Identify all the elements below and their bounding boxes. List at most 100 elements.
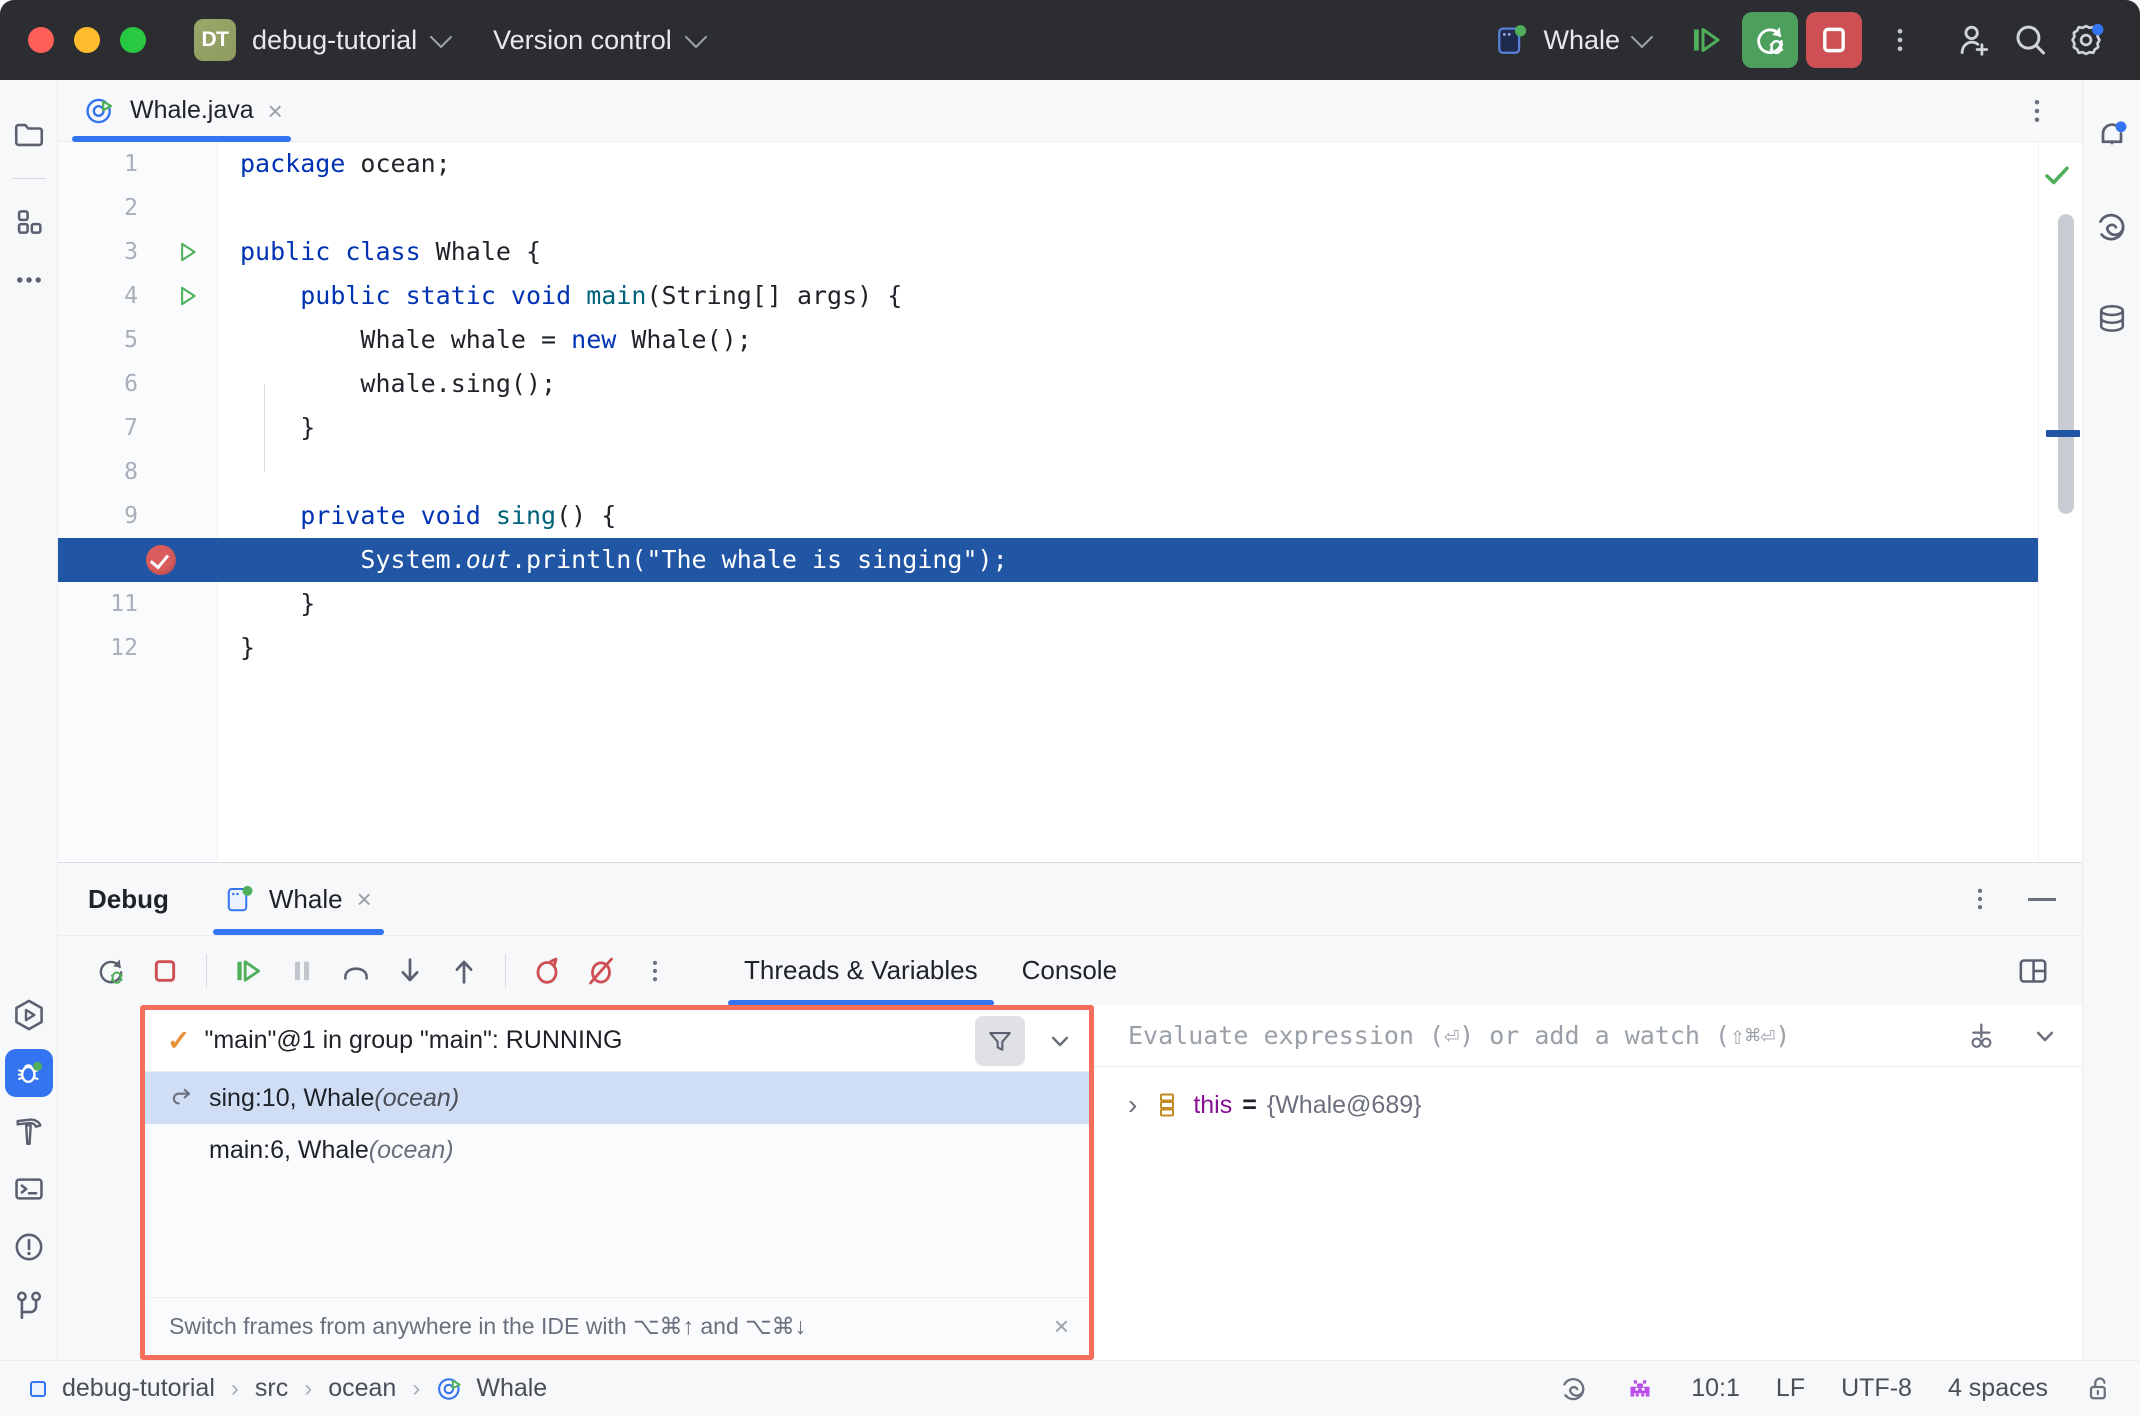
file-encoding[interactable]: UTF-8 — [1841, 1374, 1912, 1403]
inspections-ok-icon[interactable] — [2042, 160, 2072, 190]
sidebar-item-more-tool-windows[interactable] — [0, 251, 58, 309]
unlocked-icon[interactable] — [2084, 1374, 2114, 1404]
project-name: debug-tutorial — [252, 25, 417, 56]
more-options-icon[interactable] — [1966, 885, 1994, 913]
variables-actions — [1966, 1020, 2060, 1052]
code-lines[interactable]: 1package ocean;23public class Whale {4 p… — [58, 142, 2082, 862]
sidebar-item-commit[interactable] — [0, 193, 58, 251]
close-hint-icon[interactable]: × — [1054, 1311, 1069, 1342]
more-options-button[interactable] — [628, 944, 682, 998]
stack-frames-list[interactable]: sing:10, Whale (ocean)main:6, Whale (oce… — [145, 1072, 1089, 1297]
stack-frame-row[interactable]: main:6, Whale (ocean) — [145, 1124, 1089, 1176]
project-selector[interactable]: debug-tutorial — [252, 25, 449, 56]
debug-tool-window-selected[interactable] — [5, 1049, 53, 1097]
expand-variable-icon[interactable]: › — [1128, 1089, 1137, 1121]
code-editor[interactable]: 1package ocean;23public class Whale {4 p… — [58, 142, 2082, 862]
sidebar-item-project[interactable] — [0, 106, 58, 164]
search-button[interactable] — [2002, 12, 2058, 68]
resume-program-button[interactable] — [1678, 12, 1734, 68]
evaluate-expression-row[interactable]: Evaluate expression (⏎) or add a watch (… — [1094, 1005, 2082, 1067]
rerun-debug-button[interactable] — [84, 944, 138, 998]
step-over-button[interactable] — [329, 944, 383, 998]
debug-tab-console[interactable]: Console — [1000, 936, 1139, 1006]
version-control-menu[interactable]: Version control — [449, 25, 704, 56]
sidebar-item-run[interactable] — [0, 986, 58, 1044]
breadcrumb-item-src[interactable]: src — [255, 1374, 288, 1403]
debug-session-tab-whale[interactable]: Whale × — [213, 863, 384, 935]
layout-settings-icon[interactable] — [2016, 954, 2050, 988]
breadcrumb-item-ocean[interactable]: ocean — [328, 1374, 396, 1403]
code-line[interactable]: 8 — [58, 450, 2082, 494]
step-into-button[interactable] — [383, 944, 437, 998]
run-configuration-selector[interactable]: Whale — [1495, 23, 1650, 57]
run-gutter-icon[interactable] — [156, 239, 218, 265]
code-line[interactable]: System.out.println("The whale is singing… — [58, 538, 2082, 582]
close-window-button[interactable] — [28, 27, 54, 53]
mute-breakpoints-button[interactable] — [574, 944, 628, 998]
close-tab-icon[interactable]: × — [268, 98, 283, 124]
code-line[interactable]: 2 — [58, 186, 2082, 230]
editor-tab-options-icon[interactable] — [2022, 96, 2052, 126]
add-watch-icon[interactable] — [1966, 1020, 1998, 1052]
java-class-run-icon — [84, 95, 116, 127]
step-out-button[interactable] — [437, 944, 491, 998]
minimize-window-button[interactable] — [74, 27, 100, 53]
code-line[interactable]: 5 Whale whale = new Whale(); — [58, 318, 2082, 362]
variable-row[interactable]: ›this={Whale@689} — [1094, 1079, 2082, 1131]
title-bar: DT debug-tutorial Version control Whale — [0, 0, 2140, 80]
code-line[interactable]: 3public class Whale { — [58, 230, 2082, 274]
code-line[interactable]: 6 whale.sing(); — [58, 362, 2082, 406]
chevron-down-icon[interactable] — [1045, 1026, 1075, 1056]
caret-position[interactable]: 10:1 — [1691, 1374, 1740, 1403]
sidebar-item-build[interactable] — [0, 1102, 58, 1160]
code-line[interactable]: 7 } — [58, 406, 2082, 450]
resume-program-button[interactable] — [221, 944, 275, 998]
code-line[interactable]: 12} — [58, 626, 2082, 670]
stop-button[interactable] — [1806, 12, 1862, 68]
sidebar-item-problems[interactable] — [0, 1218, 58, 1276]
variables-tree[interactable]: ›this={Whale@689} — [1094, 1067, 2082, 1360]
chevron-down-icon[interactable] — [2030, 1021, 2060, 1051]
run-gutter-icon[interactable] — [156, 283, 218, 309]
notifications-icon[interactable] — [2083, 106, 2140, 164]
line-number: 1 — [58, 142, 156, 186]
breadcrumb-label: debug-tutorial — [62, 1374, 215, 1403]
ai-assistant-icon[interactable] — [1559, 1374, 1589, 1404]
breadcrumb-item-whale[interactable]: Whale — [436, 1374, 547, 1403]
code-line[interactable]: 11 } — [58, 582, 2082, 626]
ai-assistant-icon[interactable] — [2083, 198, 2140, 256]
variable-value: {Whale@689} — [1267, 1091, 1422, 1120]
filter-icon[interactable] — [975, 1016, 1025, 1066]
database-icon[interactable] — [2083, 290, 2140, 348]
minimize-icon[interactable] — [2028, 898, 2056, 901]
thread-status-label: "main"@1 in group "main": RUNNING — [204, 1026, 622, 1055]
line-separator[interactable]: LF — [1776, 1374, 1805, 1403]
line-number: 4 — [58, 274, 156, 318]
debug-tab-threads-variables[interactable]: Threads & Variables — [722, 936, 1000, 1006]
pause-program-button[interactable] — [275, 944, 329, 998]
stack-frame-row[interactable]: sing:10, Whale (ocean) — [145, 1072, 1089, 1124]
breadcrumb-item-debug-tutorial[interactable]: debug-tutorial — [26, 1374, 215, 1403]
sidebar-item-version-control[interactable] — [0, 1276, 58, 1334]
close-session-tab-icon[interactable]: × — [357, 886, 372, 912]
rerun-debug-button[interactable] — [1742, 12, 1798, 68]
breadcrumb-separator: › — [231, 1375, 239, 1403]
maximize-window-button[interactable] — [120, 27, 146, 53]
settings-button[interactable] — [2058, 12, 2114, 68]
stop-button[interactable] — [138, 944, 192, 998]
thread-selector[interactable]: ✓ "main"@1 in group "main": RUNNING — [145, 1010, 1089, 1072]
sidebar-item-terminal[interactable] — [0, 1160, 58, 1218]
more-options-button[interactable] — [1872, 12, 1928, 68]
editor-tab-whale-java[interactable]: Whale.java × — [58, 80, 305, 142]
code-line[interactable]: 4 public static void main(String[] args)… — [58, 274, 2082, 318]
sidebar-item-debug[interactable] — [0, 1044, 58, 1102]
editor-scrollbar-thumb[interactable] — [2058, 214, 2074, 514]
space-invader-icon[interactable] — [1625, 1374, 1655, 1404]
code-line[interactable]: 9 private void sing() { — [58, 494, 2082, 538]
code-line[interactable]: 1package ocean; — [58, 142, 2082, 186]
indent-setting[interactable]: 4 spaces — [1948, 1374, 2048, 1403]
editor-right-gutter[interactable] — [2038, 142, 2082, 862]
account-button[interactable] — [1946, 12, 2002, 68]
breakpoint-icon[interactable] — [104, 545, 218, 575]
view-breakpoints-button[interactable] — [520, 944, 574, 998]
